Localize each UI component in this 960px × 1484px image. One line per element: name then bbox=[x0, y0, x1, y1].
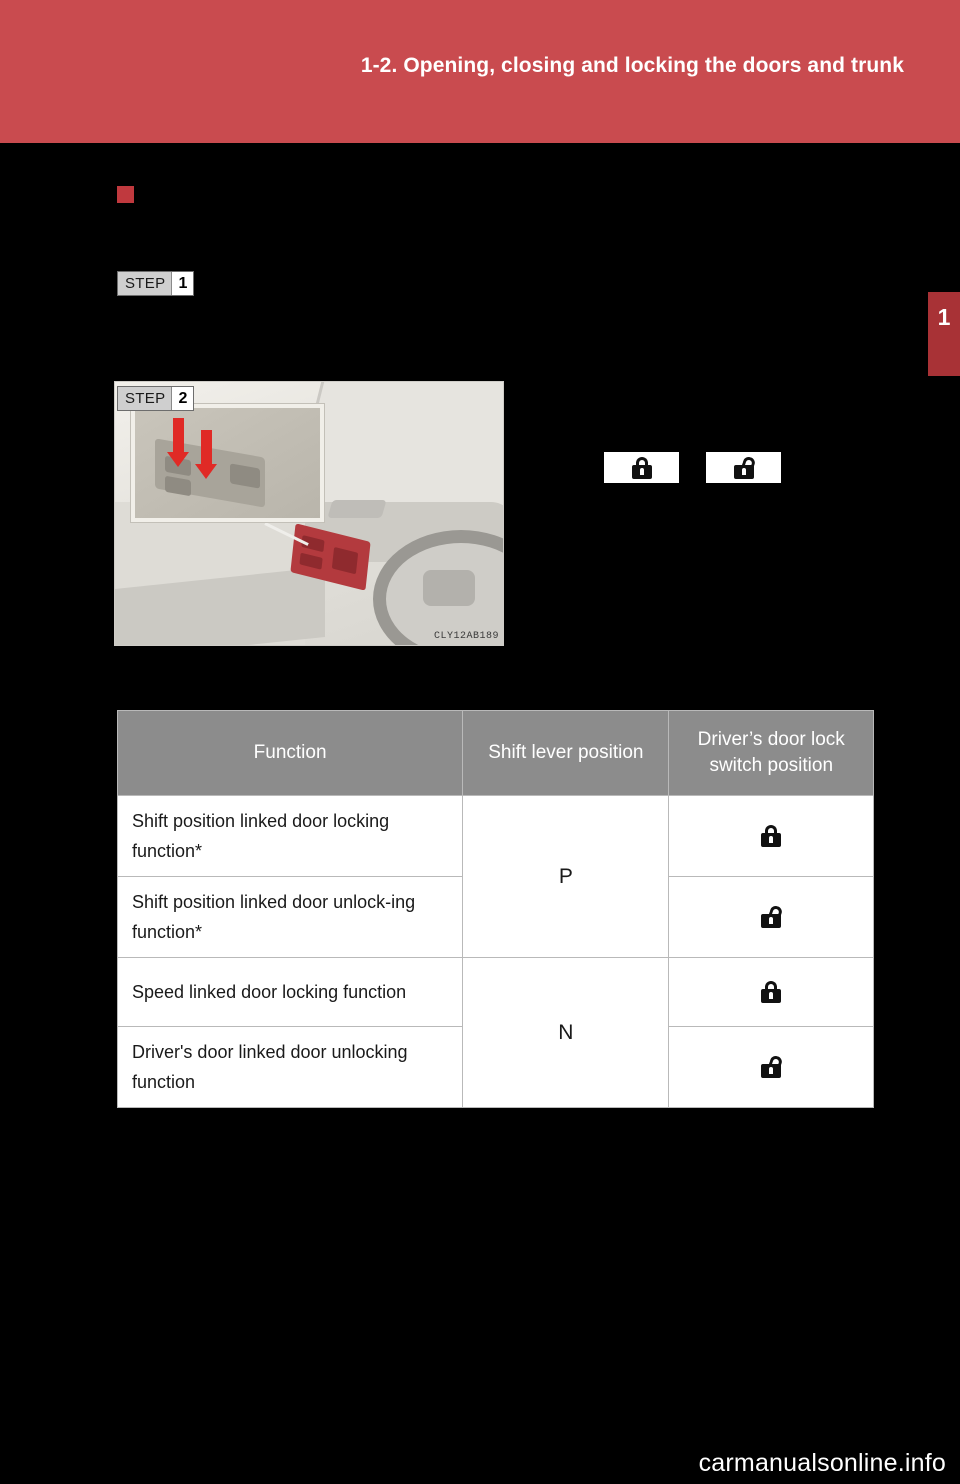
lock-icon-keyhole bbox=[769, 992, 774, 999]
inline-lock-icon-chip bbox=[604, 452, 679, 483]
red-arrow-2-body bbox=[201, 430, 212, 466]
door-lock-switch-illustration: CLY12AB189 bbox=[114, 381, 504, 646]
table-cell-shift: N bbox=[462, 957, 670, 1108]
lock-icon-keyhole bbox=[639, 467, 644, 475]
unlock-icon-keyhole bbox=[741, 467, 746, 475]
step-1-label: STEP bbox=[118, 272, 172, 295]
page-title: 1-2. Opening, closing and locking the do… bbox=[360, 54, 904, 77]
step-2-label: STEP bbox=[118, 387, 172, 410]
red-arrow-1-head bbox=[167, 452, 189, 467]
unlock-icon bbox=[733, 454, 756, 479]
table-header-function: Function bbox=[116, 710, 464, 796]
table-row: Shift position linked door locking funct… bbox=[116, 795, 874, 958]
red-arrow-1-body bbox=[173, 418, 184, 454]
table-header-switch-line2: switch position bbox=[709, 755, 834, 776]
table-cell-function: Shift position linked door unlock-ing fu… bbox=[116, 876, 464, 958]
chapter-tab: 1 bbox=[928, 292, 960, 376]
unlock-icon-keyhole bbox=[769, 917, 774, 924]
unlock-icon bbox=[761, 904, 784, 928]
step-1-badge: STEP 1 bbox=[117, 271, 195, 296]
footer-site-label: carmanualsonline.info bbox=[698, 1449, 946, 1477]
red-arrow-2-head bbox=[195, 464, 217, 479]
table-header-switch: Driver’s door lock switch position bbox=[668, 710, 874, 796]
inline-unlock-icon-chip bbox=[706, 452, 781, 483]
table-cell-switch bbox=[668, 795, 874, 877]
step-1-number: 1 bbox=[171, 272, 194, 295]
step-2-number: 2 bbox=[171, 387, 194, 410]
table-cell-function: Shift position linked door locking funct… bbox=[116, 795, 464, 877]
door-lock-function-table: Function Shift lever position Driver’s d… bbox=[116, 710, 874, 1108]
section-bullet-icon bbox=[117, 186, 134, 203]
table-header-row: Function Shift lever position Driver’s d… bbox=[116, 710, 874, 796]
lock-icon bbox=[631, 456, 652, 479]
chapter-number: 1 bbox=[937, 304, 951, 330]
lock-icon bbox=[761, 825, 782, 847]
lock-icon-keyhole bbox=[769, 836, 774, 843]
switch-shape-2 bbox=[299, 552, 323, 570]
table-cell-switch bbox=[668, 957, 874, 1027]
illustration-code: CLY12AB189 bbox=[433, 631, 499, 642]
table-cell-function: Driver's door linked door unlocking func… bbox=[116, 1026, 464, 1108]
lock-icon bbox=[761, 981, 782, 1003]
table-row: Speed linked door locking function N bbox=[116, 957, 874, 1108]
table-cell-shift: P bbox=[462, 795, 670, 958]
unlock-icon bbox=[761, 1054, 784, 1078]
switch-shape-3 bbox=[331, 546, 359, 575]
steering-wheel-hub-shape bbox=[423, 570, 475, 606]
manual-page: 1-2. Opening, closing and locking the do… bbox=[0, 0, 960, 1484]
unlock-icon-keyhole bbox=[769, 1067, 774, 1074]
page-header-band: 1-2. Opening, closing and locking the do… bbox=[0, 0, 960, 143]
door-handle-shape bbox=[327, 500, 387, 518]
table-cell-switch bbox=[668, 876, 874, 958]
table-header-shift: Shift lever position bbox=[462, 710, 670, 796]
table-cell-switch bbox=[668, 1026, 874, 1108]
step-2-badge: STEP 2 bbox=[117, 386, 195, 411]
table-header-switch-line1: Driver’s door lock bbox=[697, 729, 845, 750]
table-cell-function: Speed linked door locking function bbox=[116, 957, 464, 1027]
switch-closeup-callout bbox=[131, 404, 324, 522]
